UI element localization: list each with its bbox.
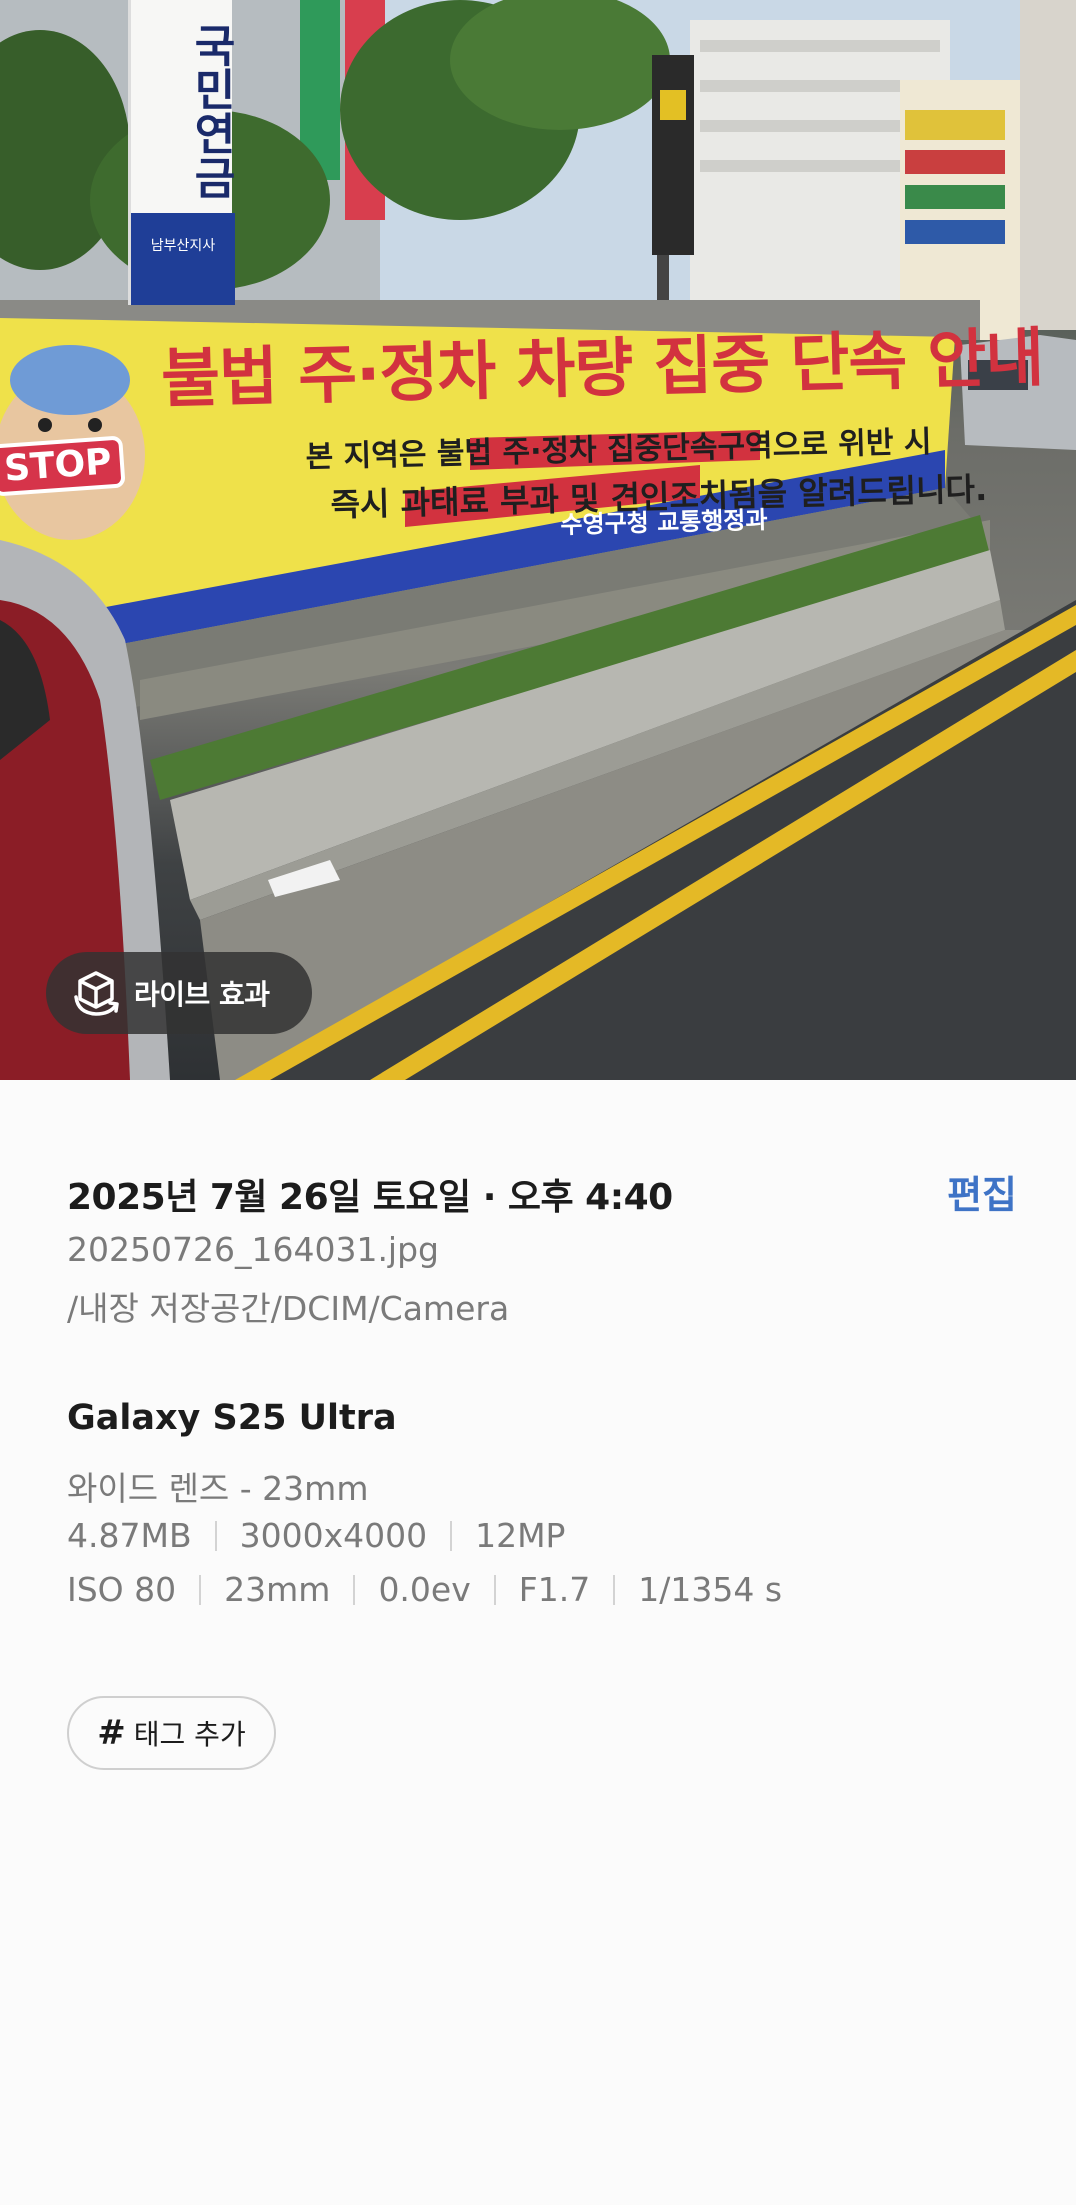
divider: [493, 1574, 496, 1605]
add-tag-button[interactable]: # 태그 추가: [67, 1696, 276, 1770]
photo-preview[interactable]: 국민연금 남부산지사 불법 주·정차 차량 집중 단속 안내 본 지역은 불법 …: [0, 0, 1076, 1080]
lens-info: 와이드 렌즈 - 23mm: [67, 1469, 369, 1508]
focal-length: 23mm: [224, 1570, 331, 1609]
shutter-speed: 1/1354 s: [638, 1570, 783, 1609]
aperture: F1.7: [518, 1570, 591, 1609]
live-effect-button[interactable]: 라이브 효과: [46, 952, 312, 1034]
stop-sign: STOP: [0, 435, 126, 497]
capture-datetime: 2025년 7월 26일 토요일 · 오후 4:40: [67, 1177, 673, 1218]
file-specs-row: 4.87MB 3000x4000 12MP: [67, 1516, 565, 1555]
hash-icon: #: [97, 1713, 126, 1753]
divider: [353, 1574, 356, 1605]
divider: [199, 1574, 202, 1605]
divider: [450, 1520, 453, 1551]
divider: [214, 1520, 217, 1551]
exposure-value: 0.0ev: [378, 1570, 471, 1609]
live-effect-label: 라이브 효과: [134, 978, 270, 1011]
resolution: 3000x4000: [239, 1516, 428, 1555]
file-size: 4.87MB: [67, 1516, 192, 1555]
details-panel: 2025년 7월 26일 토요일 · 오후 4:40 편집 20250726_1…: [0, 1080, 1076, 2205]
device-name: Galaxy S25 Ultra: [67, 1398, 397, 1438]
cube-rotate-icon: [70, 967, 122, 1019]
banner-organization: 수영구청 교통행정과: [560, 505, 768, 539]
megapixels: 12MP: [475, 1516, 566, 1555]
divider: [613, 1574, 616, 1605]
banner: 불법 주·정차 차량 집중 단속 안내 본 지역은 불법 주·정차 집중단속구역…: [0, 0, 1076, 1080]
file-path[interactable]: /내장 저장공간/DCIM/Camera: [67, 1282, 509, 1330]
banner-title: 불법 주·정차 차량 집중 단속 안내: [160, 321, 1045, 417]
file-name: 20250726_164031.jpg: [67, 1230, 439, 1269]
iso: ISO 80: [67, 1570, 177, 1609]
edit-button[interactable]: 편집: [947, 1164, 1017, 1219]
add-tag-label: 태그 추가: [133, 1718, 246, 1751]
date-row: 2025년 7월 26일 토요일 · 오후 4:40 편집: [67, 1168, 1017, 1218]
camera-specs-row: ISO 80 23mm 0.0ev F1.7 1/1354 s: [67, 1570, 782, 1609]
